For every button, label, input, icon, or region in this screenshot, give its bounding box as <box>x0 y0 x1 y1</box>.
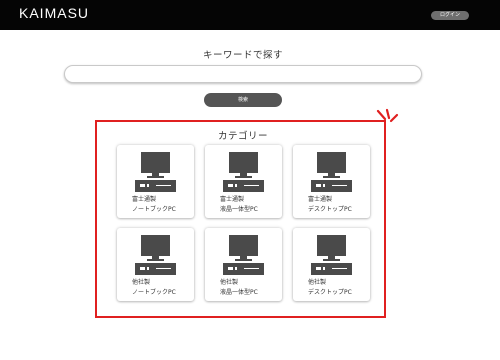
card-maker-label: 富士通製 <box>308 196 333 203</box>
card-maker-label: 他社製 <box>132 279 151 286</box>
card-type-label: デスクトップPC <box>308 206 352 213</box>
category-heading: カテゴリー <box>217 131 268 142</box>
card-type-label: 液晶一体型PC <box>220 289 258 296</box>
desktop-pc-icon <box>135 235 176 275</box>
emphasis-burst-icon <box>376 108 399 123</box>
desktop-pc-icon <box>311 235 352 275</box>
search-button[interactable]: 検索 <box>204 93 282 107</box>
card-type-label: ノートブックPC <box>132 289 176 296</box>
desktop-pc-icon <box>135 152 176 192</box>
category-card-fujitsu-notebook[interactable]: 富士通製 ノートブックPC <box>117 145 194 218</box>
category-card-other-desktop[interactable]: 他社製 デスクトップPC <box>293 228 370 301</box>
card-maker-label: 他社製 <box>220 279 239 286</box>
category-card-fujitsu-desktop[interactable]: 富士通製 デスクトップPC <box>293 145 370 218</box>
category-card-other-notebook[interactable]: 他社製 ノートブックPC <box>117 228 194 301</box>
search-input[interactable] <box>64 65 422 83</box>
search-heading: キーワードで探す <box>202 50 283 61</box>
brand-logo[interactable]: KAIMASU <box>19 5 89 21</box>
category-card-fujitsu-all-in-one[interactable]: 富士通製 液晶一体型PC <box>205 145 282 218</box>
top-navigation-bar: KAIMASU ログイン <box>0 0 500 30</box>
card-maker-label: 富士通製 <box>132 196 157 203</box>
desktop-pc-icon <box>223 235 264 275</box>
card-type-label: デスクトップPC <box>308 289 352 296</box>
card-maker-label: 他社製 <box>308 279 327 286</box>
card-type-label: ノートブックPC <box>132 206 176 213</box>
category-card-other-all-in-one[interactable]: 他社製 液晶一体型PC <box>205 228 282 301</box>
login-button[interactable]: ログイン <box>431 11 469 20</box>
card-type-label: 液晶一体型PC <box>220 206 258 213</box>
card-maker-label: 富士通製 <box>220 196 245 203</box>
desktop-pc-icon <box>223 152 264 192</box>
desktop-pc-icon <box>311 152 352 192</box>
